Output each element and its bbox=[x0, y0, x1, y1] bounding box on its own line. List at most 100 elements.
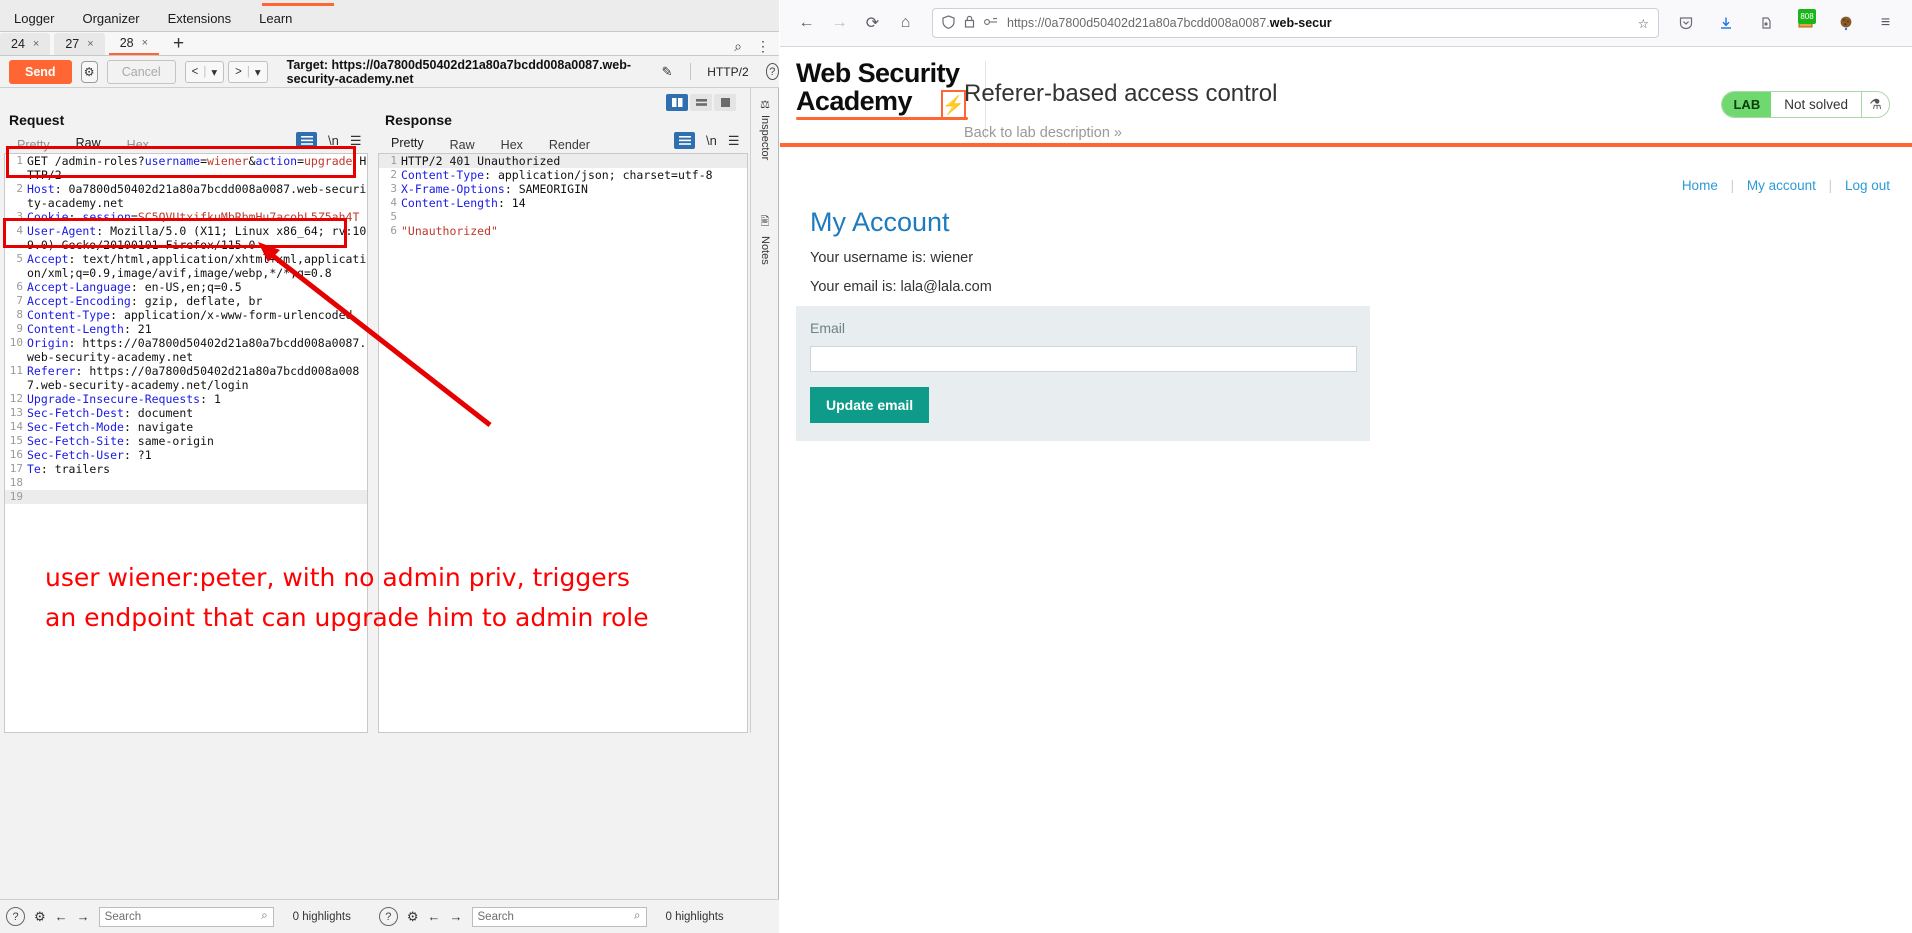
more-options-icon[interactable]: ⋮ bbox=[756, 38, 770, 55]
download-icon[interactable] bbox=[1709, 7, 1742, 40]
line-text[interactable]: User-Agent: Mozilla/5.0 (X11; Linux x86_… bbox=[27, 224, 367, 252]
close-icon[interactable]: × bbox=[142, 37, 148, 49]
help-icon[interactable]: ? bbox=[6, 907, 25, 926]
search-icon[interactable]: ⌕ bbox=[261, 910, 267, 923]
cancel-button[interactable]: Cancel bbox=[106, 59, 176, 84]
logo-line-1: Web Security bbox=[796, 58, 960, 88]
request-search-input[interactable]: Search ⌕ bbox=[98, 906, 274, 927]
home-button[interactable]: ⌂ bbox=[889, 7, 922, 40]
rail-item-inspector[interactable]: ⚖ Inspector bbox=[751, 98, 779, 160]
line-text[interactable]: Cookie: session=SC5QVUtxifkuMbRbmHu7acoh… bbox=[27, 210, 367, 224]
forward-button[interactable]: → bbox=[823, 7, 856, 40]
arrow-left-icon[interactable]: ← bbox=[428, 909, 441, 924]
line-text[interactable] bbox=[27, 490, 367, 504]
web-security-academy-logo[interactable]: Web Security Academy ⚡ bbox=[796, 60, 974, 120]
rail-item-notes[interactable]: 🖹 Notes bbox=[751, 213, 779, 265]
search-icon[interactable]: ⌕ bbox=[634, 910, 640, 923]
nav-link-log-out[interactable]: Log out bbox=[1845, 178, 1890, 193]
line-text[interactable]: X-Frame-Options: SAMEORIGIN bbox=[401, 182, 747, 196]
account-icon[interactable] bbox=[1749, 7, 1782, 40]
nav-link-my-account[interactable]: My account bbox=[1747, 178, 1816, 193]
line-text[interactable] bbox=[27, 476, 367, 490]
gear-icon[interactable]: ⚙ bbox=[34, 909, 46, 925]
hamburger-menu-icon[interactable]: ☰ bbox=[728, 133, 740, 149]
send-button[interactable]: Send bbox=[9, 59, 72, 84]
response-editor[interactable]: 1 HTTP/2 401 Unauthorized 2 Content-Type: a… bbox=[378, 153, 748, 733]
split-vertical-icon[interactable] bbox=[666, 94, 688, 111]
menu-item-organizer[interactable]: Organizer bbox=[68, 9, 153, 28]
request-editor[interactable]: 1 GET /admin-roles?username=wiener&action… bbox=[4, 153, 368, 733]
line-text[interactable] bbox=[401, 210, 747, 224]
new-tab-button[interactable]: + bbox=[163, 34, 194, 55]
newline-icon[interactable]: \n bbox=[328, 133, 339, 148]
arrow-right-icon[interactable]: → bbox=[450, 909, 463, 924]
line-text[interactable]: Content-Length: 14 bbox=[401, 196, 747, 210]
help-icon[interactable]: ? bbox=[765, 63, 779, 80]
update-email-button[interactable]: Update email bbox=[810, 387, 930, 423]
line-text[interactable]: Te: trailers bbox=[27, 462, 367, 476]
menu-item-learn[interactable]: Learn bbox=[245, 9, 306, 28]
gear-icon[interactable]: ⚙ bbox=[80, 60, 98, 83]
lock-icon[interactable] bbox=[964, 15, 975, 31]
newline-icon[interactable]: \n bbox=[706, 133, 717, 148]
reload-button[interactable]: ⟳ bbox=[856, 7, 889, 40]
menu-item-logger[interactable]: Logger bbox=[0, 9, 68, 28]
back-to-lab-description-link[interactable]: Back to lab description » bbox=[964, 125, 1122, 141]
line-segment: : 21 bbox=[123, 322, 152, 336]
flask-icon[interactable]: ⚗ bbox=[1861, 92, 1889, 117]
line-text[interactable]: Sec-Fetch-Mode: navigate bbox=[27, 420, 367, 434]
cookie-extension-icon[interactable] bbox=[1829, 7, 1862, 40]
hamburger-menu-icon[interactable]: ☰ bbox=[350, 133, 362, 149]
arrow-left-icon[interactable]: ← bbox=[55, 909, 68, 924]
menu-item-extensions[interactable]: Extensions bbox=[154, 9, 246, 28]
line-text[interactable]: Accept-Language: en-US,en;q=0.5 bbox=[27, 280, 367, 294]
line-text[interactable]: Upgrade-Insecure-Requests: 1 bbox=[27, 392, 367, 406]
shield-icon[interactable] bbox=[942, 14, 955, 32]
nav-link-home[interactable]: Home bbox=[1682, 178, 1718, 193]
repeater-tab-24[interactable]: 24 × bbox=[0, 33, 51, 55]
list-view-icon[interactable] bbox=[674, 132, 695, 149]
search-icon[interactable]: ⌕ bbox=[734, 38, 742, 55]
line-text[interactable]: Content-Type: application/json; charset=… bbox=[401, 168, 747, 182]
line-text[interactable]: HTTP/2 401 Unauthorized bbox=[401, 154, 747, 168]
line-text[interactable]: Sec-Fetch-Dest: document bbox=[27, 406, 367, 420]
list-view-icon[interactable] bbox=[296, 132, 317, 149]
line-text[interactable]: Referer: https://0a7800d50402d21a80a7bcd… bbox=[27, 364, 367, 392]
editor-line: 13 Sec-Fetch-Dest: document bbox=[5, 406, 367, 420]
edit-icon[interactable]: ✎ bbox=[662, 64, 673, 80]
line-text[interactable]: GET /admin-roles?username=wiener&action=… bbox=[27, 154, 367, 182]
repeater-tab-28[interactable]: 28 × bbox=[108, 33, 160, 55]
close-icon[interactable]: × bbox=[33, 38, 39, 50]
help-icon[interactable]: ? bbox=[378, 907, 398, 926]
pocket-icon[interactable] bbox=[1669, 7, 1702, 40]
line-text[interactable]: Content-Type: application/x-www-form-url… bbox=[27, 308, 367, 322]
next-request-button[interactable]: > | ▾ bbox=[228, 60, 268, 83]
single-pane-icon[interactable] bbox=[714, 94, 736, 111]
prev-request-button[interactable]: < | ▾ bbox=[184, 60, 225, 83]
line-text[interactable]: Accept: text/html,application/xhtml+xml,… bbox=[27, 252, 367, 280]
line-text[interactable]: Content-Length: 21 bbox=[27, 322, 367, 336]
line-text[interactable]: Host: 0a7800d50402d21a80a7bcdd008a0087.w… bbox=[27, 182, 367, 210]
bookmark-star-icon[interactable]: ☆ bbox=[1638, 16, 1649, 31]
repeater-tab-27[interactable]: 27 × bbox=[54, 33, 105, 55]
line-text[interactable]: Origin: https://0a7800d50402d21a80a7bcdd… bbox=[27, 336, 367, 364]
address-bar[interactable]: https://0a7800d50402d21a80a7bcdd008a0087… bbox=[932, 8, 1659, 38]
line-text[interactable]: Sec-Fetch-User: ?1 bbox=[27, 448, 367, 462]
permissions-icon[interactable] bbox=[984, 16, 998, 31]
split-horizontal-icon[interactable] bbox=[690, 94, 712, 111]
line-text[interactable]: Accept-Encoding: gzip, deflate, br bbox=[27, 294, 367, 308]
url-text[interactable]: https://0a7800d50402d21a80a7bcdd008a0087… bbox=[1007, 16, 1629, 30]
line-segment: = bbox=[200, 154, 208, 168]
line-text[interactable]: "Unauthorized" bbox=[401, 224, 747, 238]
line-segment: GET /admin-roles? bbox=[27, 154, 145, 168]
app-menu-icon[interactable]: ≡ bbox=[1869, 7, 1902, 40]
gear-icon[interactable]: ⚙ bbox=[407, 909, 419, 925]
arrow-right-icon[interactable]: → bbox=[77, 909, 90, 924]
line-text[interactable]: Sec-Fetch-Site: same-origin bbox=[27, 434, 367, 448]
close-icon[interactable]: × bbox=[87, 38, 93, 50]
extension-badge-icon[interactable]: 808 bbox=[1789, 7, 1822, 40]
response-search-input[interactable]: Search ⌕ bbox=[471, 906, 647, 927]
back-button[interactable]: ← bbox=[790, 7, 823, 40]
email-input[interactable] bbox=[810, 346, 1357, 372]
annotation-text: user wiener:peter, with no admin priv, t… bbox=[45, 558, 755, 638]
